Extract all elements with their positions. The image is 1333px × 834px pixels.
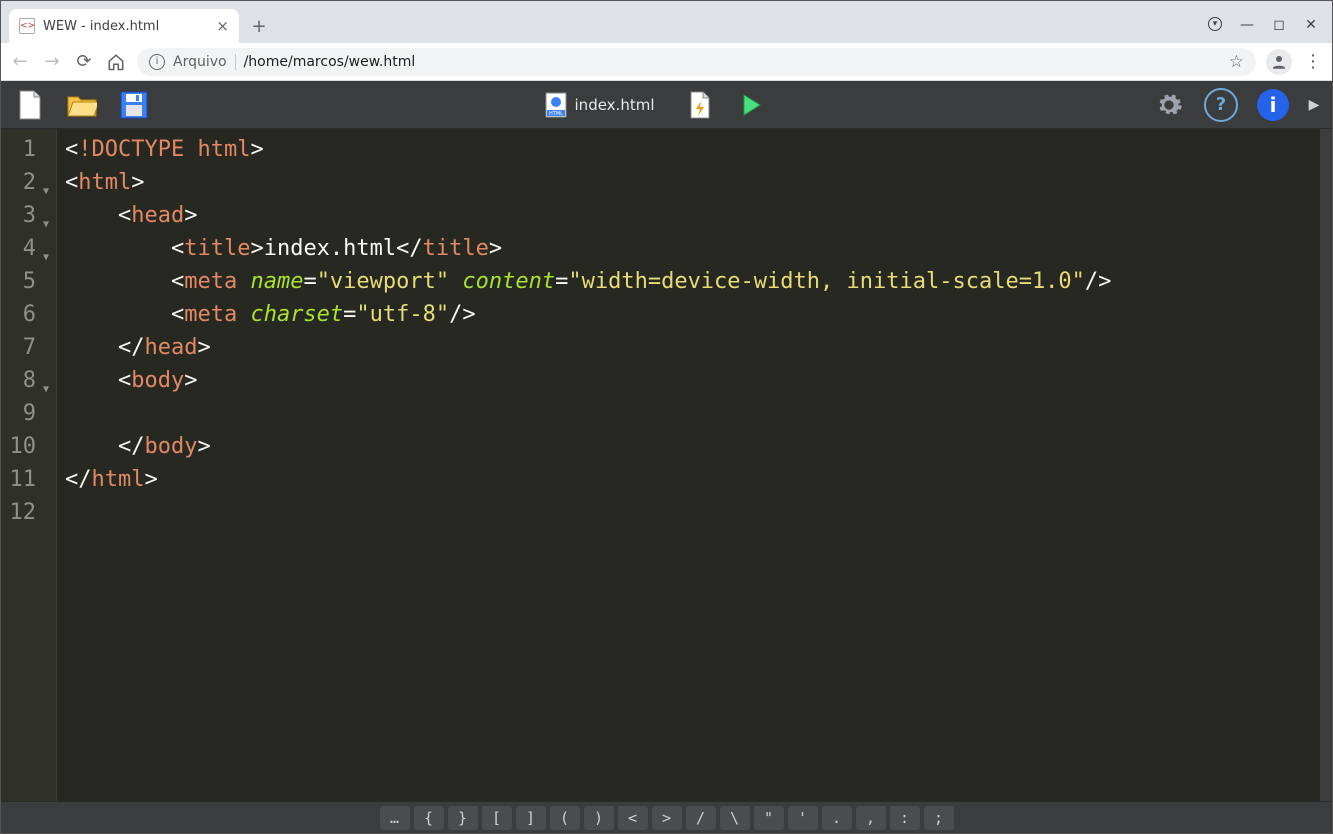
editor-app: HTML index.html ? i ▶ 12▼3▼4▼5678▼910111…	[1, 81, 1332, 833]
maximize-button[interactable]: ◻	[1272, 17, 1286, 33]
site-info-icon[interactable]: i	[149, 54, 165, 70]
browser-menu-button[interactable]: ⋮	[1302, 51, 1324, 73]
symbol-button[interactable]: \	[720, 806, 750, 830]
symbol-button[interactable]: {	[414, 806, 444, 830]
current-file-label: index.html	[575, 96, 655, 114]
url-input[interactable]: i Arquivo /home/marcos/wew.html ☆	[137, 48, 1256, 76]
browser-tab-active[interactable]: <> WEW - index.html ×	[9, 9, 239, 43]
code-line[interactable]: <html>	[65, 166, 1320, 199]
line-number: 8▼	[1, 364, 50, 397]
code-line[interactable]: <meta charset="utf-8"/>	[65, 298, 1320, 331]
symbol-button[interactable]: ,	[856, 806, 886, 830]
chevron-down-icon[interactable]: ▾	[1208, 17, 1222, 31]
symbol-button[interactable]: [	[482, 806, 512, 830]
browser-tabstrip: <> WEW - index.html × + ▾ — ◻ ✕	[1, 1, 1332, 43]
line-number: 12	[1, 496, 50, 529]
code-line[interactable]: <meta name="viewport" content="width=dev…	[65, 265, 1320, 298]
minimize-button[interactable]: —	[1240, 17, 1254, 33]
settings-button[interactable]	[1148, 85, 1190, 125]
symbol-button[interactable]: }	[448, 806, 478, 830]
open-file-button[interactable]	[61, 85, 103, 125]
new-file-button[interactable]	[9, 85, 51, 125]
line-number: 4▼	[1, 232, 50, 265]
forward-button[interactable]: →	[41, 51, 63, 73]
back-button[interactable]: ←	[9, 51, 31, 73]
url-path: /home/marcos/wew.html	[244, 54, 416, 70]
line-number: 10	[1, 430, 50, 463]
code-editor[interactable]: 12▼3▼4▼5678▼9101112 <!DOCTYPE html><html…	[1, 129, 1332, 801]
line-number: 2▼	[1, 166, 50, 199]
symbol-button[interactable]: "	[754, 806, 784, 830]
line-number: 6	[1, 298, 50, 331]
symbol-button[interactable]: <	[618, 806, 648, 830]
tab-title: WEW - index.html	[43, 19, 159, 34]
browser-address-bar: ← → ⟳ i Arquivo /home/marcos/wew.html ☆ …	[1, 43, 1332, 81]
code-line[interactable]: <title>index.html</title>	[65, 232, 1320, 265]
vertical-scrollbar[interactable]	[1320, 129, 1332, 801]
code-line[interactable]: <head>	[65, 199, 1320, 232]
svg-text:HTML: HTML	[549, 111, 563, 117]
line-number: 7	[1, 331, 50, 364]
profile-avatar[interactable]	[1266, 49, 1292, 75]
run-button[interactable]	[731, 85, 773, 125]
code-line[interactable]: </html>	[65, 463, 1320, 496]
code-line[interactable]: </head>	[65, 331, 1320, 364]
line-number-gutter: 12▼3▼4▼5678▼9101112	[1, 129, 57, 801]
new-doc-lightning-button[interactable]	[679, 85, 721, 125]
help-button[interactable]: ?	[1200, 85, 1242, 125]
close-tab-icon[interactable]: ×	[216, 17, 229, 35]
symbol-button[interactable]: '	[788, 806, 818, 830]
line-number: 3▼	[1, 199, 50, 232]
url-scheme-label: Arquivo	[173, 54, 227, 70]
home-button[interactable]	[105, 51, 127, 73]
html-file-icon: HTML	[545, 92, 567, 118]
code-line[interactable]	[65, 496, 1320, 529]
line-number: 11	[1, 463, 50, 496]
url-separator	[235, 54, 236, 70]
close-window-button[interactable]: ✕	[1304, 17, 1318, 33]
bookmark-icon[interactable]: ☆	[1229, 52, 1244, 72]
code-area[interactable]: <!DOCTYPE html><html> <head> <title>inde…	[57, 129, 1320, 801]
code-line[interactable]: <body>	[65, 364, 1320, 397]
save-file-button[interactable]	[113, 85, 155, 125]
symbol-bar: …{}[]()<>/\"'.,:;	[1, 801, 1332, 833]
favicon-icon: <>	[19, 18, 35, 34]
symbol-button[interactable]: .	[822, 806, 852, 830]
code-line[interactable]: <!DOCTYPE html>	[65, 133, 1320, 166]
about-button[interactable]: i	[1252, 85, 1294, 125]
more-chevron-icon[interactable]: ▶	[1304, 85, 1324, 125]
symbol-button[interactable]: /	[686, 806, 716, 830]
symbol-button[interactable]: :	[890, 806, 920, 830]
symbol-button[interactable]: (	[550, 806, 580, 830]
symbol-button[interactable]: ]	[516, 806, 546, 830]
window-controls: ▾ — ◻ ✕	[1208, 17, 1332, 43]
new-tab-button[interactable]: +	[245, 12, 273, 40]
line-number: 1	[1, 133, 50, 166]
symbol-button[interactable]: )	[584, 806, 614, 830]
symbol-button[interactable]: ;	[924, 806, 954, 830]
editor-toolbar: HTML index.html ? i ▶	[1, 81, 1332, 129]
help-icon: ?	[1204, 88, 1238, 122]
symbol-button[interactable]: …	[380, 806, 410, 830]
code-line[interactable]: </body>	[65, 430, 1320, 463]
current-file-tab[interactable]: HTML index.html	[531, 86, 669, 124]
info-icon: i	[1257, 89, 1289, 121]
reload-button[interactable]: ⟳	[73, 51, 95, 73]
code-line[interactable]	[65, 397, 1320, 430]
line-number: 5	[1, 265, 50, 298]
line-number: 9	[1, 397, 50, 430]
symbol-button[interactable]: >	[652, 806, 682, 830]
